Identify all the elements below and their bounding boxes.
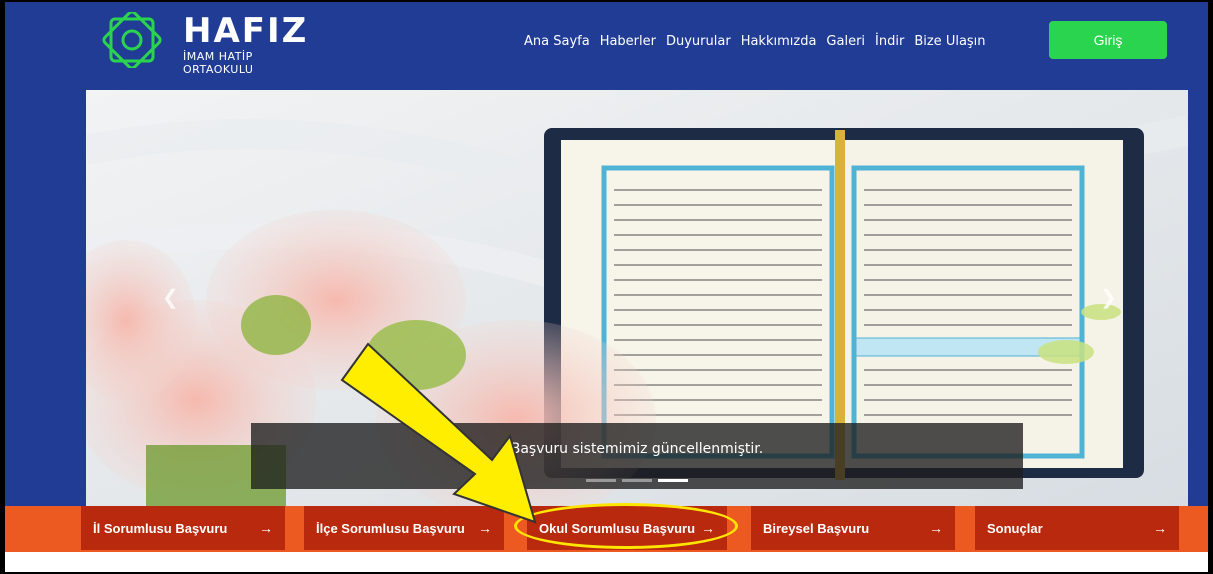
individual-application-button[interactable]: Bireysel Başvuru → bbox=[751, 506, 955, 550]
carousel-next-icon[interactable]: ❯ bbox=[1100, 285, 1117, 310]
carousel-caption: Başvuru sistemimiz güncellenmiştir. bbox=[251, 423, 1023, 489]
carousel-indicator-3[interactable] bbox=[658, 479, 688, 482]
site-logo[interactable]: HAFIZ İMAM HATİP ORTAOKULU bbox=[97, 10, 327, 76]
logo-title: HAFIZ bbox=[183, 11, 309, 51]
district-application-button[interactable]: İlçe Sorumlusu Başvuru → bbox=[304, 506, 504, 550]
caption-text: Başvuru sistemimiz güncellenmiştir. bbox=[510, 441, 764, 457]
results-label: Sonuçlar bbox=[987, 520, 1043, 536]
district-application-label: İlçe Sorumlusu Başvuru bbox=[316, 520, 465, 536]
carousel-prev-icon[interactable]: ❮ bbox=[162, 285, 179, 310]
logo-star-icon bbox=[102, 12, 162, 68]
arrow-right-icon: → bbox=[929, 520, 943, 536]
nav-news[interactable]: Haberler bbox=[600, 34, 656, 49]
nav-about[interactable]: Hakkımızda bbox=[741, 34, 817, 49]
arrow-right-icon: → bbox=[478, 520, 492, 536]
results-button[interactable]: Sonuçlar → bbox=[975, 506, 1179, 550]
carousel-indicator-2[interactable] bbox=[622, 479, 652, 482]
nav-gallery[interactable]: Galeri bbox=[826, 34, 865, 49]
provincial-application-label: İl Sorumlusu Başvuru bbox=[93, 520, 228, 536]
nav-announcements[interactable]: Duyurular bbox=[666, 34, 731, 49]
arrow-right-icon: → bbox=[1153, 520, 1167, 536]
carousel-indicators bbox=[586, 479, 688, 482]
main-nav: Ana Sayfa Haberler Duyurular Hakkımızda … bbox=[524, 34, 986, 49]
individual-application-label: Bireysel Başvuru bbox=[763, 520, 870, 536]
provincial-application-button[interactable]: İl Sorumlusu Başvuru → bbox=[81, 506, 285, 550]
nav-home[interactable]: Ana Sayfa bbox=[524, 34, 590, 49]
login-button[interactable]: Giriş bbox=[1049, 21, 1167, 59]
logo-subtitle: İMAM HATİP ORTAOKULU bbox=[183, 50, 254, 76]
hero-carousel: ❮ ❯ Başvuru sistemimiz güncellenmiştir. bbox=[86, 90, 1188, 508]
highlight-ring-annotation bbox=[514, 503, 738, 549]
carousel-indicator-1[interactable] bbox=[586, 479, 616, 482]
nav-contact[interactable]: Bize Ulaşın bbox=[914, 34, 985, 49]
nav-download[interactable]: İndir bbox=[875, 34, 904, 49]
arrow-right-icon: → bbox=[259, 520, 273, 536]
site-header: HAFIZ İMAM HATİP ORTAOKULU Ana Sayfa Hab… bbox=[5, 2, 1208, 508]
